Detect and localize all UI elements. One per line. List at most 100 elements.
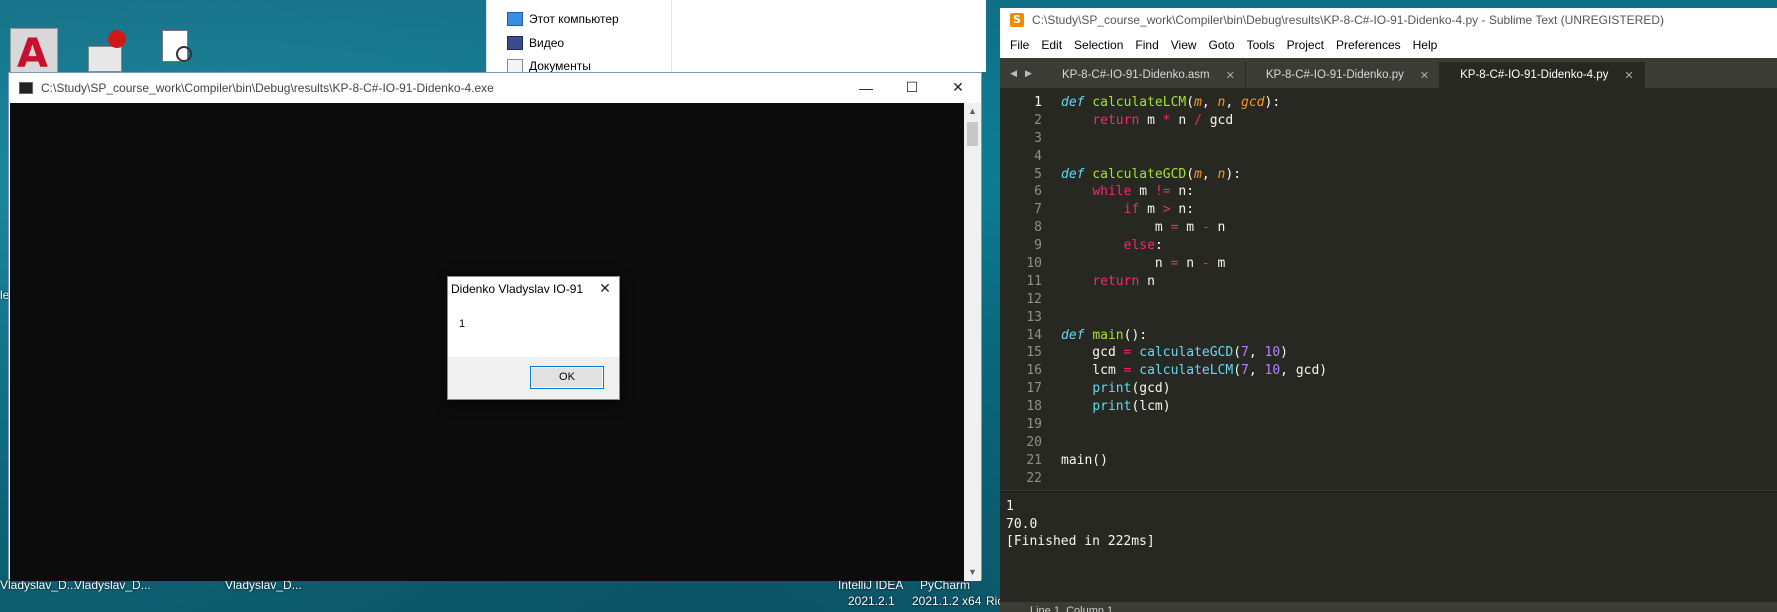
output-line: 1 <box>1006 499 1014 514</box>
code-line: return n <box>1092 273 1155 289</box>
tab-asm[interactable]: KP-8-C#-IO-91-Didenko.asm ✕ <box>1042 62 1246 88</box>
menu-find[interactable]: Find <box>1129 38 1164 52</box>
code-line: gcd = calculateGCD(7, 10) <box>1061 345 1288 361</box>
explorer-divider <box>671 0 672 72</box>
code-line: def calculateLCM(m, n, gcd): <box>1061 95 1281 110</box>
video-folder-icon <box>507 36 523 50</box>
output-line: 70.0 <box>1006 516 1038 532</box>
tab-next-icon[interactable]: ▶ <box>1025 68 1032 79</box>
menu-tools[interactable]: Tools <box>1241 38 1281 52</box>
menu-view[interactable]: View <box>1165 38 1203 52</box>
tab-close-icon[interactable]: ✕ <box>1420 69 1429 82</box>
explorer-item-documents[interactable]: Документы <box>507 59 591 73</box>
message-box-text: 1 <box>459 318 466 330</box>
autocad-icon[interactable]: A <box>10 28 58 77</box>
pycharm-version: 2021.1.2 x64 <box>912 594 982 608</box>
pin-app-icon[interactable] <box>86 28 138 72</box>
line-number: 21 <box>1026 452 1042 468</box>
console-app-icon <box>19 81 33 94</box>
scroll-up-icon[interactable]: ▲ <box>964 103 981 120</box>
close-button[interactable]: ✕ <box>935 73 981 102</box>
scroll-thumb[interactable] <box>967 122 978 146</box>
sublime-title: C:\Study\SP_course_work\Compiler\bin\Deb… <box>1032 13 1664 27</box>
line-number: 6 <box>1034 184 1042 200</box>
menu-file[interactable]: File <box>1004 38 1035 52</box>
line-number: 3 <box>1034 130 1042 146</box>
menu-help[interactable]: Help <box>1407 38 1444 52</box>
sublime-text-window[interactable]: S C:\Study\SP_course_work\Compiler\bin\D… <box>1000 8 1777 612</box>
line-number: 11 <box>1026 273 1042 289</box>
line-number: 18 <box>1026 399 1042 415</box>
code-line: return m * n / gcd <box>1092 112 1234 128</box>
intellij-version: 2021.2.1 <box>848 594 895 608</box>
explorer-item-video[interactable]: Видео <box>507 36 564 50</box>
line-number: 10 <box>1026 256 1042 272</box>
message-box-footer: OK <box>448 357 619 399</box>
line-number: 22 <box>1026 470 1042 486</box>
line-number-gutter: 1 2 3 4 5 6 7 8 9 10 11 12 13 14 15 16 1… <box>1000 94 1044 488</box>
tab-py-4[interactable]: KP-8-C#-IO-91-Didenko-4.py ✕ <box>1440 62 1645 88</box>
status-bar: Line 1, Column 1 <box>1000 602 1777 612</box>
code-lines[interactable]: def calculateLCM(m, n, gcd): return m * … <box>1061 94 1327 488</box>
line-number: 13 <box>1026 309 1042 325</box>
build-output-panel[interactable]: 1 70.0 [Finished in 222ms] <box>1000 491 1777 612</box>
scroll-down-icon[interactable]: ▼ <box>964 564 981 581</box>
menu-preferences[interactable]: Preferences <box>1330 38 1407 52</box>
line-number: 1 <box>1034 95 1042 110</box>
code-line: m = m - n <box>1061 220 1226 236</box>
ok-button[interactable]: OK <box>530 366 604 389</box>
line-number: 8 <box>1034 220 1042 236</box>
code-line: print(gcd) <box>1092 381 1171 397</box>
menu-edit[interactable]: Edit <box>1035 38 1068 52</box>
message-box-close-button[interactable]: ✕ <box>597 280 613 296</box>
code-line: main() <box>1061 452 1108 468</box>
explorer-item-label: Этот компьютер <box>529 12 619 26</box>
tab-close-icon[interactable]: ✕ <box>1226 69 1235 82</box>
minimize-button[interactable]: — <box>843 73 889 102</box>
line-number: 19 <box>1026 417 1042 433</box>
menu-project[interactable]: Project <box>1281 38 1330 52</box>
tab-label: KP-8-C#-IO-91-Didenko.asm <box>1062 69 1210 81</box>
code-line: lcm = calculateLCM(7, 10, gcd) <box>1061 363 1328 379</box>
explorer-item-this-pc[interactable]: Этот компьютер <box>507 12 619 26</box>
menu-goto[interactable]: Goto <box>1203 38 1241 52</box>
document-viewer-icon[interactable] <box>160 30 200 70</box>
code-editor[interactable]: 1 2 3 4 5 6 7 8 9 10 11 12 13 14 15 16 1… <box>1000 94 1777 491</box>
message-box-title: Didenko Vladyslav IO-91 <box>451 282 584 296</box>
explorer-item-label: Документы <box>529 59 591 73</box>
line-number: 9 <box>1034 238 1042 254</box>
code-line: print(lcm) <box>1092 399 1171 415</box>
file-explorer-panel: Этот компьютер Видео Документы <box>486 0 986 73</box>
tab-prev-icon[interactable]: ◀ <box>1010 68 1017 79</box>
tab-navigation[interactable]: ◀ ▶ <box>1000 58 1042 88</box>
message-box[interactable]: Didenko Vladyslav IO-91 ✕ 1 OK <box>447 276 620 400</box>
menu-selection[interactable]: Selection <box>1068 38 1129 52</box>
maximize-button[interactable]: ☐ <box>889 73 935 102</box>
desktop-shortcuts-row: Vladyslav_D... Vladyslav_D... Vladyslav_… <box>0 576 1003 612</box>
sublime-titlebar[interactable]: S C:\Study\SP_course_work\Compiler\bin\D… <box>1000 8 1777 32</box>
tab-label: KP-8-C#-IO-91-Didenko-4.py <box>1460 69 1609 81</box>
output-line: [Finished in 222ms] <box>1006 534 1155 549</box>
sublime-menubar: File Edit Selection Find View Goto Tools… <box>1000 32 1777 58</box>
explorer-item-label: Видео <box>529 36 565 50</box>
console-titlebar[interactable]: C:\Study\SP_course_work\Compiler\bin\Deb… <box>9 73 981 102</box>
line-number: 5 <box>1034 166 1042 182</box>
tab-py[interactable]: KP-8-C#-IO-91-Didenko.py ✕ <box>1245 62 1441 88</box>
line-number: 4 <box>1034 148 1042 164</box>
code-line: while m != n: <box>1092 184 1195 200</box>
tab-close-icon[interactable]: ✕ <box>1624 69 1633 82</box>
code-line: def calculateGCD(m, n): <box>1061 166 1242 182</box>
console-scrollbar[interactable]: ▲ ▼ <box>964 103 981 581</box>
line-number: 14 <box>1026 327 1042 343</box>
message-box-titlebar[interactable]: Didenko Vladyslav IO-91 ✕ <box>448 277 619 301</box>
sublime-logo-icon: S <box>1010 13 1024 27</box>
computer-icon <box>507 12 523 26</box>
line-number: 17 <box>1026 381 1042 397</box>
code-line: else: <box>1123 238 1163 254</box>
